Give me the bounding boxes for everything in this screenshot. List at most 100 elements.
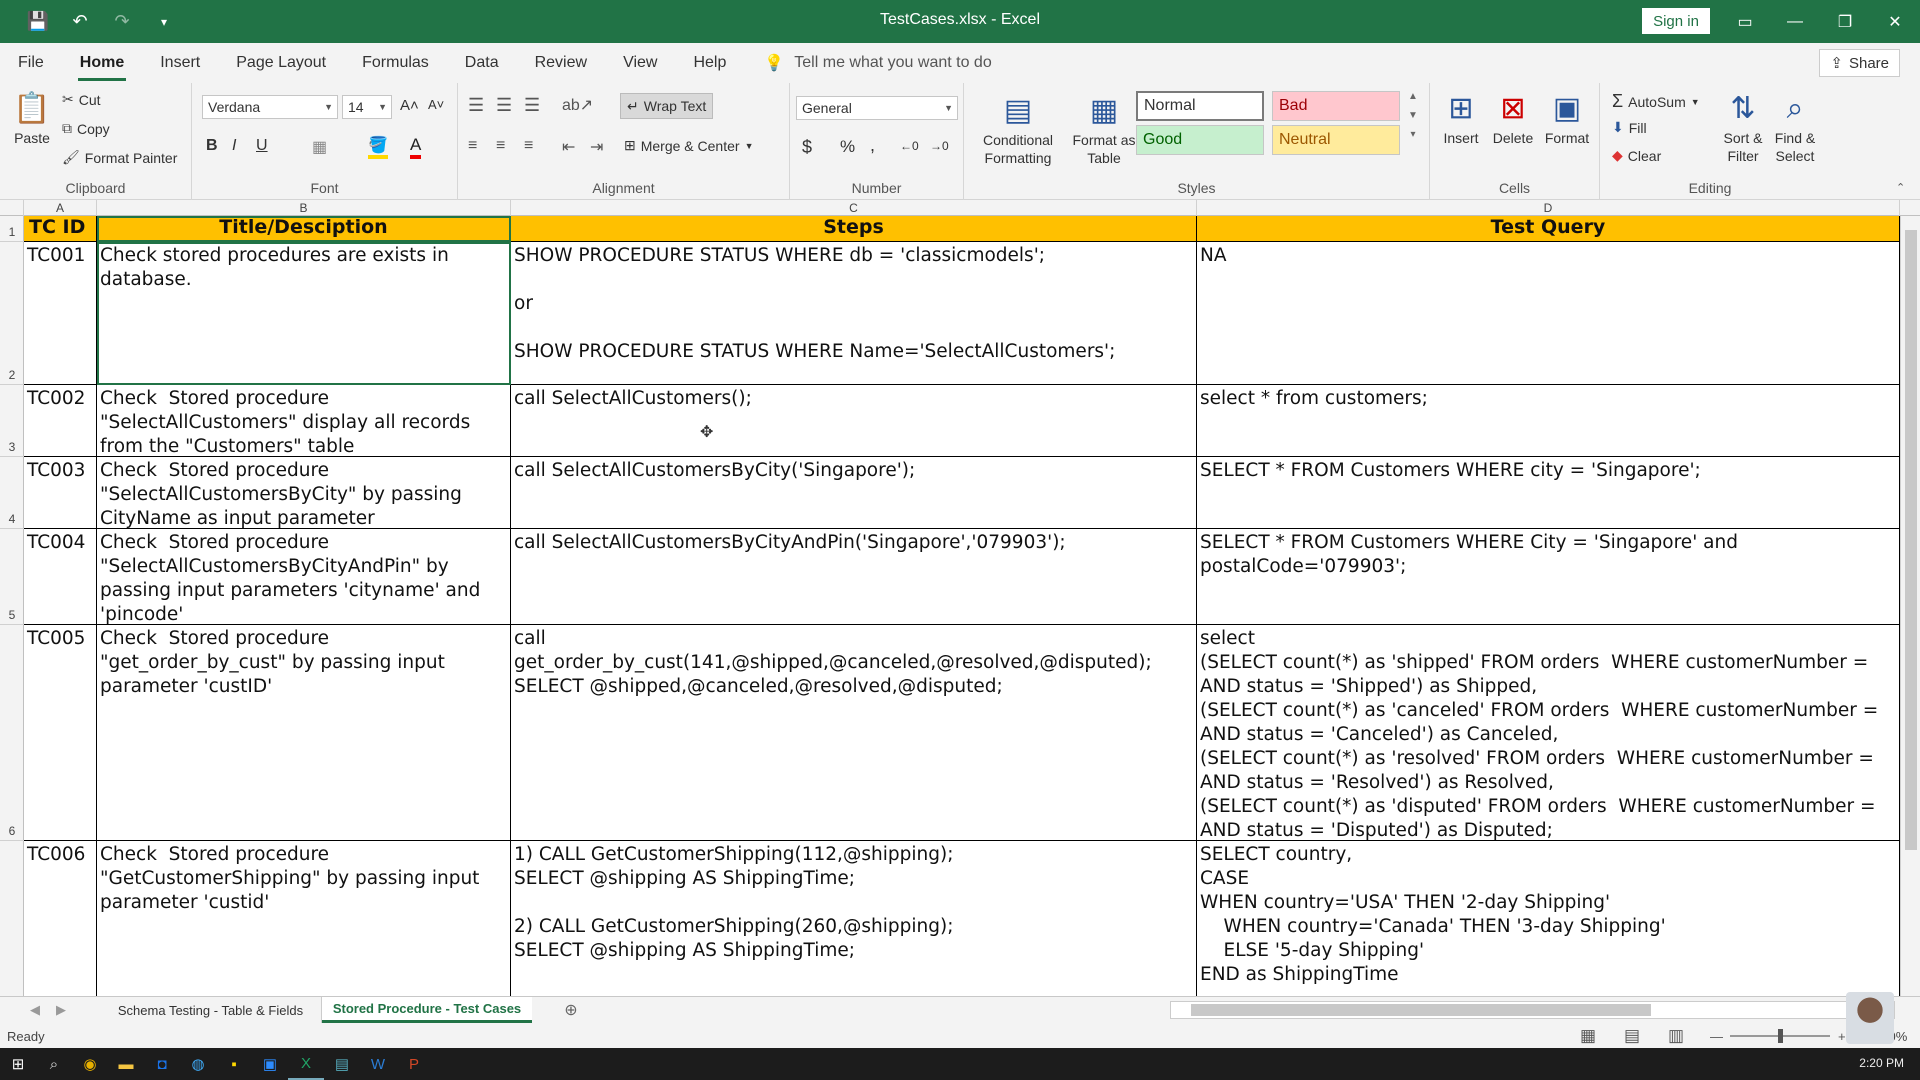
- italic-button[interactable]: I: [232, 137, 236, 155]
- ribbon-display-icon[interactable]: ▭: [1720, 0, 1770, 43]
- select-all-corner[interactable]: [0, 200, 24, 216]
- tab-help[interactable]: Help: [675, 43, 744, 83]
- comma-button[interactable]: ,: [870, 135, 875, 156]
- align-left-icon[interactable]: ≡: [468, 137, 477, 155]
- cell-tc-id[interactable]: TC006: [24, 841, 97, 996]
- cell-tc-id[interactable]: TC005: [24, 625, 97, 841]
- normal-view-icon[interactable]: ▦: [1580, 1026, 1596, 1046]
- add-sheet-icon[interactable]: ⊕: [556, 997, 586, 1023]
- orientation-icon[interactable]: ab↗: [562, 95, 593, 115]
- cell-tc-id[interactable]: TC004: [24, 529, 97, 625]
- currency-button[interactable]: $: [802, 137, 812, 158]
- cell-test-query[interactable]: select (SELECT count(*) as 'shipped' FRO…: [1197, 625, 1900, 841]
- header-cell-test-query[interactable]: Test Query: [1197, 216, 1900, 242]
- column-header-b[interactable]: B: [97, 200, 511, 216]
- zoom-app-icon[interactable]: ▣: [252, 1048, 288, 1080]
- wrap-text-button[interactable]: ↵ Wrap Text: [620, 93, 714, 119]
- underline-button[interactable]: U: [256, 137, 268, 155]
- align-top-icon[interactable]: ☰: [468, 95, 484, 116]
- style-normal[interactable]: Normal: [1136, 91, 1264, 121]
- cell-tc-id[interactable]: TC001: [24, 242, 97, 385]
- cell-description[interactable]: Check stored procedures are exists in da…: [97, 242, 511, 385]
- font-color-icon[interactable]: A: [410, 135, 422, 159]
- cell-steps[interactable]: call SelectAllCustomersByCity('Singapore…: [511, 457, 1197, 529]
- cell-tc-id[interactable]: TC003: [24, 457, 97, 529]
- zoom-in-icon[interactable]: +: [1838, 1029, 1846, 1044]
- cell-description[interactable]: Check Stored procedure "SelectAllCustome…: [97, 457, 511, 529]
- cell-test-query[interactable]: SELECT country, CASE WHEN country='USA' …: [1197, 841, 1900, 996]
- zoom-slider-handle[interactable]: [1778, 1029, 1783, 1043]
- increase-decimal-icon[interactable]: ←0: [900, 139, 919, 153]
- cell-steps[interactable]: call SelectAllCustomersByCityAndPin('Sin…: [511, 529, 1197, 625]
- cell-tc-id[interactable]: TC002: [24, 385, 97, 457]
- windows-start-icon[interactable]: ⊞: [0, 1048, 36, 1080]
- cut-button[interactable]: ✂ Cut: [62, 91, 101, 108]
- increase-indent-icon[interactable]: ⇥: [590, 137, 603, 157]
- cell-description[interactable]: Check Stored procedure "SelectAllCustome…: [97, 385, 511, 457]
- align-center-icon[interactable]: ≡: [496, 137, 505, 155]
- sign-in-button[interactable]: Sign in: [1642, 8, 1710, 34]
- cell-test-query[interactable]: select * from customers;: [1197, 385, 1900, 457]
- row-header[interactable]: 1: [0, 216, 24, 242]
- format-cells-button[interactable]: ▣ Format: [1540, 89, 1594, 147]
- edge-icon[interactable]: ◍: [180, 1048, 216, 1080]
- column-header-d[interactable]: D: [1197, 200, 1900, 216]
- autosum-button[interactable]: Σ AutoSum ▼: [1612, 91, 1700, 112]
- next-sheet-icon[interactable]: ▶: [46, 997, 76, 1023]
- cell-description[interactable]: Check Stored procedure "get_order_by_cus…: [97, 625, 511, 841]
- align-bottom-icon[interactable]: ☰: [524, 95, 540, 116]
- save-icon[interactable]: 💾: [24, 11, 52, 32]
- row-header[interactable]: [0, 841, 24, 1001]
- conditional-formatting-button[interactable]: ▤ Conditional Formatting: [970, 91, 1066, 167]
- bold-button[interactable]: B: [206, 137, 218, 155]
- decrease-indent-icon[interactable]: ⇤: [562, 137, 575, 157]
- grow-font-button[interactable]: A˄: [400, 97, 419, 114]
- powerpoint-icon[interactable]: P: [396, 1048, 432, 1080]
- excel-icon[interactable]: X: [288, 1048, 324, 1080]
- styles-scroll[interactable]: ▲ ▼ ▾: [1408, 91, 1418, 140]
- cell-test-query[interactable]: SELECT * FROM Customers WHERE city = 'Si…: [1197, 457, 1900, 529]
- fill-color-icon[interactable]: 🪣: [368, 135, 388, 159]
- tab-data[interactable]: Data: [447, 43, 517, 83]
- format-painter-button[interactable]: 🖌 Format Painter: [62, 149, 177, 166]
- percent-button[interactable]: %: [840, 137, 855, 157]
- tab-file[interactable]: File: [0, 43, 62, 83]
- share-button[interactable]: ⇪ Share: [1819, 49, 1900, 77]
- cell-steps[interactable]: call get_order_by_cust(141,@shipped,@can…: [511, 625, 1197, 841]
- collapse-ribbon-icon[interactable]: ⌃: [1896, 181, 1905, 194]
- tab-home[interactable]: Home: [62, 43, 142, 83]
- paste-button[interactable]: 📋 Paste: [8, 89, 56, 147]
- delete-cells-button[interactable]: ⊠ Delete: [1488, 89, 1538, 147]
- cell-description[interactable]: Check Stored procedure "SelectAllCustome…: [97, 529, 511, 625]
- column-header-a[interactable]: A: [24, 200, 97, 216]
- outlook-icon[interactable]: ◘: [144, 1048, 180, 1080]
- header-cell-steps[interactable]: Steps: [511, 216, 1197, 242]
- taskbar-clock[interactable]: 2:20 PM: [1859, 1056, 1904, 1070]
- column-header-c[interactable]: C: [511, 200, 1197, 216]
- header-cell-title[interactable]: Title/Desciption: [97, 216, 511, 242]
- file-explorer-icon[interactable]: ▬: [108, 1048, 144, 1080]
- horizontal-scrollbar[interactable]: [1170, 1001, 1895, 1019]
- align-middle-icon[interactable]: ☰: [496, 95, 512, 116]
- format-as-table-button[interactable]: ▦ Format as Table: [1064, 91, 1144, 167]
- font-name-select[interactable]: Verdana ▼: [202, 95, 338, 119]
- word-icon[interactable]: W: [360, 1048, 396, 1080]
- scroll-thumb[interactable]: [1905, 230, 1917, 850]
- cell-steps[interactable]: 1) CALL GetCustomerShipping(112,@shippin…: [511, 841, 1197, 996]
- redo-icon[interactable]: ↷: [108, 11, 136, 32]
- clear-button[interactable]: ◆ Clear: [1612, 147, 1661, 164]
- tab-page-layout[interactable]: Page Layout: [218, 43, 344, 83]
- fill-button[interactable]: ⬇ Fill: [1612, 119, 1647, 136]
- row-header[interactable]: 5: [0, 529, 24, 625]
- number-format-select[interactable]: General ▼: [796, 96, 958, 120]
- header-cell-tc-id[interactable]: TC ID: [24, 216, 97, 242]
- tell-me-search[interactable]: 💡 Tell me what you want to do: [764, 53, 991, 73]
- notepad-icon[interactable]: ▤: [324, 1048, 360, 1080]
- align-right-icon[interactable]: ≡: [524, 137, 533, 155]
- tab-insert[interactable]: Insert: [142, 43, 218, 83]
- style-bad[interactable]: Bad: [1272, 91, 1400, 121]
- cell-test-query[interactable]: NA: [1197, 242, 1900, 385]
- insert-cells-button[interactable]: ⊞ Insert: [1436, 89, 1486, 147]
- horizontal-scroll-thumb[interactable]: [1191, 1004, 1651, 1016]
- sticky-notes-icon[interactable]: ▪: [216, 1048, 252, 1080]
